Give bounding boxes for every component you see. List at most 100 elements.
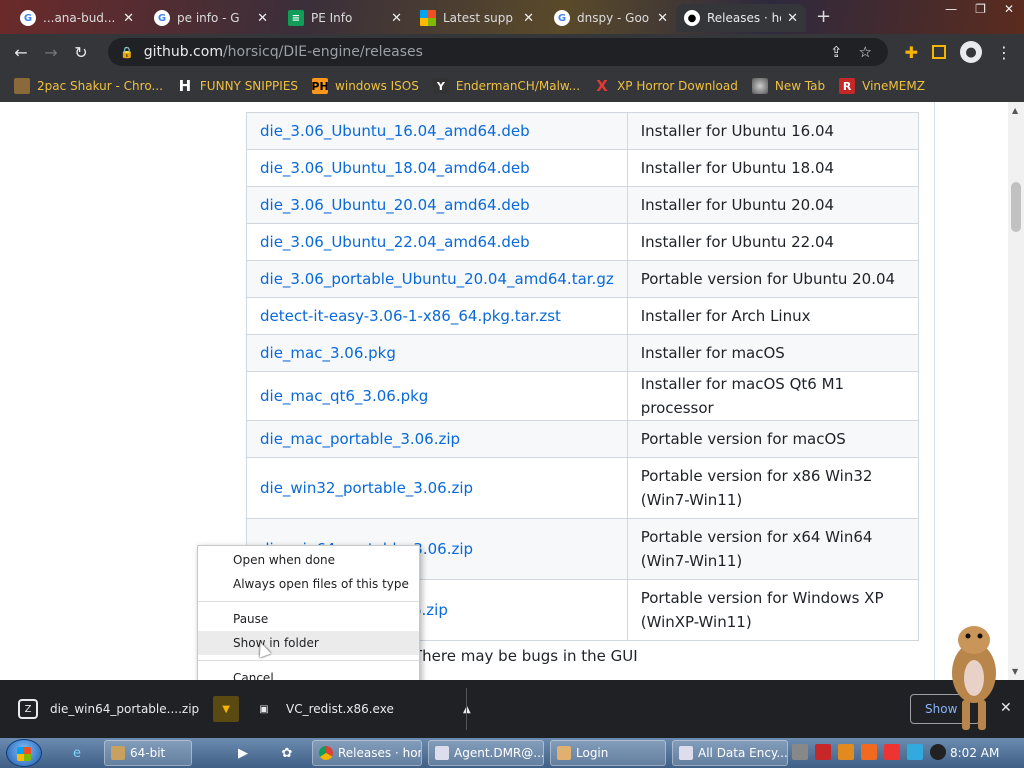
bookmark-xp-horror[interactable]: X XP Horror Download (594, 77, 738, 95)
menu-show-in-folder[interactable]: Show in folder (198, 631, 419, 655)
new-tab-button[interactable]: + (816, 6, 831, 27)
minimize-icon[interactable]: — (945, 2, 957, 16)
tray-app-icon[interactable] (861, 744, 877, 760)
menu-pause[interactable]: Pause (198, 607, 419, 631)
tab-releases[interactable]: ● Releases · ho ✕ (676, 4, 806, 32)
bookmark-star-icon[interactable]: ☆ (859, 43, 872, 61)
internet-explorer-icon[interactable]: e (68, 744, 86, 762)
url-path: /horsicq/DIE-engine/releases (222, 44, 423, 60)
menu-always-open[interactable]: Always open files of this type (198, 572, 419, 596)
globe-icon (751, 78, 768, 94)
windows-taskbar: e 64-bit ▶ ✿ Releases · hor... Agent.DMR… (0, 738, 1024, 768)
tab-2[interactable]: G pe info - G ✕ (146, 4, 276, 32)
chevron-down-icon[interactable]: ▼ (213, 696, 240, 722)
ph-icon: PH (311, 78, 329, 94)
menu-divider (198, 601, 419, 602)
x-letter-icon: X (596, 77, 608, 95)
menu-open-when-done[interactable]: Open when done (198, 548, 419, 572)
tab-5[interactable]: G dnspy - Goo ✕ (546, 4, 676, 32)
table-row: die_mac_portable_3.06.zip Portable versio… (246, 420, 920, 458)
system-tray (792, 744, 946, 760)
close-icon[interactable]: ✕ (257, 11, 268, 26)
asset-link[interactable]: die_3.06_Ubuntu_22.04_amd64.deb (246, 223, 628, 261)
close-window-icon[interactable]: ✕ (1004, 2, 1014, 16)
sheets-icon: ≡ (288, 10, 304, 26)
asset-link[interactable]: detect-it-easy-3.06-1-x86_64.pkg.tar.zst (246, 297, 628, 335)
asset-link[interactable]: die_3.06_Ubuntu_18.04_amd64.deb (246, 149, 628, 187)
paint-icon[interactable]: ✿ (278, 744, 296, 762)
tray-network-icon[interactable] (907, 744, 923, 760)
media-player-icon[interactable]: ▶ (234, 744, 252, 762)
window-controls: — ❐ ✕ (945, 2, 1014, 16)
close-icon[interactable]: ✕ (391, 11, 402, 26)
asset-link[interactable]: die_mac_qt6_3.06.pkg (246, 371, 628, 421)
tray-app-icon[interactable] (792, 744, 808, 760)
page-scrollbar[interactable]: ▲ ▼ (1008, 102, 1024, 680)
release-note-text: There may be bugs in the GUI (413, 647, 638, 665)
archive-file-icon: Z (18, 699, 38, 719)
taskbar-item-agent[interactable]: Agent.DMR@... (428, 740, 544, 766)
table-row: die_win32_portable_3.06.zip Portable vers… (246, 457, 920, 519)
google-icon: G (154, 10, 170, 26)
taskbar-item-chrome[interactable]: Releases · hor... (312, 740, 422, 766)
restore-icon[interactable]: ❐ (975, 2, 986, 16)
table-row: die_3.06_Ubuntu_22.04_amd64.deb Installer… (246, 223, 920, 261)
asset-description: Portable version for Ubuntu 20.04 (626, 260, 920, 298)
asset-link[interactable]: die_mac_portable_3.06.zip (246, 420, 628, 458)
bookmark-funny-snippies[interactable]: H FUNNY SNIPPIES (177, 77, 298, 95)
bookmark-vinememz[interactable]: R VineMEMZ (839, 78, 925, 94)
tray-volume-icon[interactable] (930, 744, 946, 760)
hamster-mascot (952, 626, 996, 730)
address-bar[interactable]: 🔒 github.com/horsicq/DIE-engine/releases… (108, 38, 888, 66)
folder-icon (111, 746, 125, 760)
bookmark-2pac[interactable]: 2pac Shakur - Chro... (14, 78, 163, 94)
asset-description: Installer for macOS (626, 334, 920, 372)
side-panel-icon[interactable] (932, 45, 946, 59)
asset-description: Installer for Ubuntu 20.04 (626, 186, 920, 224)
share-icon[interactable]: ⇪ (830, 43, 843, 61)
lock-icon: 🔒 (120, 45, 134, 59)
shelf-divider (466, 688, 467, 730)
profile-avatar-icon[interactable]: ● (960, 41, 982, 63)
asset-link[interactable]: die_3.06_portable_Ubuntu_20.04_amd64.tar… (246, 260, 628, 298)
download-item-die[interactable]: Z die_win64_portable....zip ▼ (18, 694, 240, 724)
bookmark-endermanch[interactable]: Y EndermanCH/Malw... (432, 78, 580, 94)
tray-flag-icon[interactable] (884, 744, 900, 760)
download-item-vcredist[interactable]: ▣ VC_redist.x86.exe ▲ (254, 694, 480, 724)
tab-3[interactable]: ≡ PE Info ✕ (280, 4, 410, 32)
taskbar-item-64bit[interactable]: 64-bit (104, 740, 192, 766)
close-icon[interactable]: ✕ (787, 11, 798, 26)
y-letter-icon: Y (432, 78, 449, 94)
installer-file-icon: ▣ (259, 703, 269, 715)
back-arrow-icon[interactable]: ← (6, 43, 36, 62)
taskbar-item-all-data[interactable]: All Data Ency... (672, 740, 788, 766)
asset-link[interactable]: die_win32_portable_3.06.zip (246, 457, 628, 519)
extensions-puzzle-icon[interactable]: ✚ (905, 43, 918, 62)
asset-link[interactable]: die_3.06_Ubuntu_20.04_amd64.deb (246, 186, 628, 224)
start-button[interactable] (6, 739, 42, 767)
asset-description: Installer for Ubuntu 16.04 (626, 112, 920, 150)
menu-kebab-icon[interactable]: ⋮ (996, 43, 1012, 62)
forward-arrow-icon[interactable]: → (36, 43, 66, 62)
download-filename: die_win64_portable....zip (50, 702, 200, 716)
taskbar-clock[interactable]: 8:02 AM (950, 746, 999, 760)
asset-link[interactable]: die_mac_3.06.pkg (246, 334, 628, 372)
scroll-thumb[interactable] (1011, 182, 1021, 232)
tab-1[interactable]: G ...ana-bud... ✕ (12, 4, 142, 32)
close-icon[interactable]: ✕ (123, 11, 134, 26)
asset-link[interactable]: die_3.06_Ubuntu_16.04_amd64.deb (246, 112, 628, 150)
tray-app-icon[interactable] (838, 744, 854, 760)
download-filename: VC_redist.x86.exe (286, 702, 394, 716)
scroll-down-icon[interactable]: ▼ (1012, 667, 1018, 676)
scroll-up-icon[interactable]: ▲ (1012, 106, 1018, 115)
taskbar-item-login[interactable]: Login (550, 740, 666, 766)
tab-4[interactable]: Latest supp ✕ (412, 4, 542, 32)
tray-v-icon[interactable] (815, 744, 831, 760)
reload-icon[interactable]: ↻ (66, 43, 96, 62)
bookmark-windows-isos[interactable]: PH windows ISOS (311, 78, 419, 94)
close-icon[interactable]: ✕ (657, 11, 668, 26)
page-content: die_3.06_Ubuntu_16.04_amd64.deb Installer… (0, 102, 1008, 680)
bookmark-new-tab[interactable]: New Tab (751, 78, 825, 94)
google-icon: G (20, 10, 36, 26)
close-icon[interactable]: ✕ (523, 11, 534, 26)
